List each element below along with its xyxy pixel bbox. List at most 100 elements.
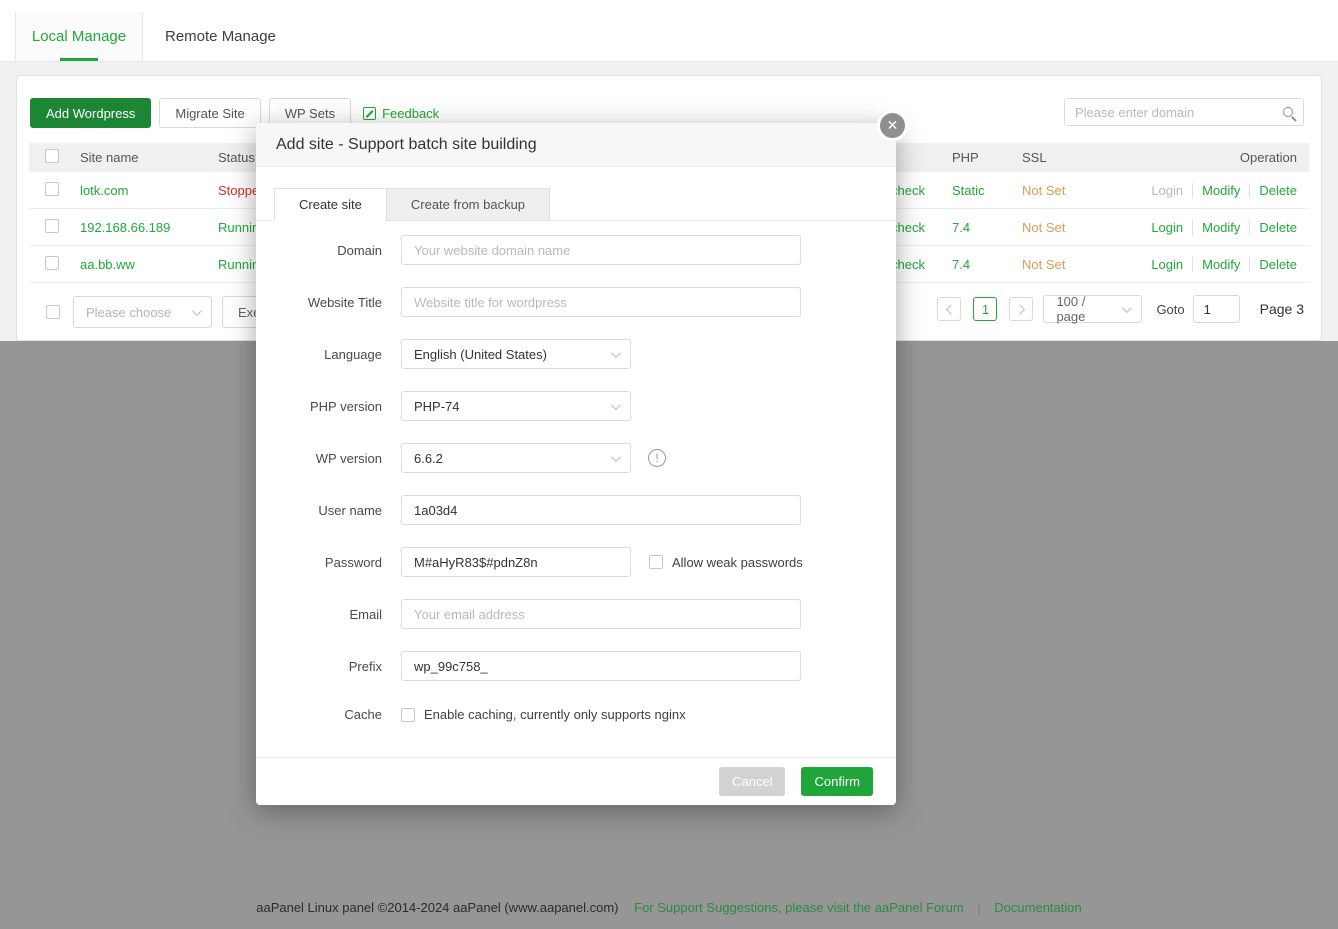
website-title-label: Website Title [256,295,382,310]
login-action[interactable]: Login [1142,220,1192,235]
ssl-status[interactable]: Not Set [1022,183,1132,198]
site-name-link[interactable]: 192.168.66.189 [80,220,170,235]
password-label: Password [256,555,382,570]
user-name-label: User name [256,503,382,518]
header-operation: Operation [1132,150,1309,165]
prev-page-button[interactable] [937,297,961,321]
site-name-link[interactable]: lotk.com [80,183,128,198]
chevron-right-icon [1015,304,1025,314]
modal-close-button[interactable]: ✕ [877,110,908,141]
login-action: Login [1142,183,1192,198]
goto-page-input[interactable] [1193,295,1240,323]
chevron-down-icon [192,306,202,316]
create-site-form: Domain Website Title Language English (U… [256,235,896,722]
wp-version-label: WP version [256,451,382,466]
modal-title: Add site - Support batch site building [256,123,896,167]
enable-caching-option[interactable]: Enable caching, currently only supports … [401,707,686,722]
active-tab-underline [60,58,98,61]
pagination: 1 100 / page Goto Page 3 [937,295,1304,323]
security-check-link[interactable]: check [891,257,925,272]
tab-local-manage-label: Local Manage [32,28,126,45]
header-php: PHP [952,150,1022,165]
warning-icon: ! [648,449,666,467]
select-all-checkbox[interactable] [45,149,59,163]
email-input[interactable] [401,599,801,629]
website-title-input[interactable] [401,287,801,317]
user-name-input[interactable] [401,495,801,525]
cancel-button[interactable]: Cancel [719,767,785,796]
batch-select-placeholder: Please choose [86,305,171,320]
tab-create-site[interactable]: Create site [274,188,387,221]
php-version-value[interactable]: 7.4 [952,220,970,235]
confirm-button[interactable]: Confirm [801,767,873,796]
domain-search-input[interactable] [1075,105,1283,120]
batch-action-select[interactable]: Please choose [73,296,212,328]
delete-action[interactable]: Delete [1249,220,1297,235]
close-icon: ✕ [887,117,899,134]
header-site-name: Site name [80,150,218,165]
modify-action[interactable]: Modify [1192,220,1249,235]
delete-action[interactable]: Delete [1249,257,1297,272]
domain-search-box [1064,98,1304,126]
next-page-button[interactable] [1009,297,1033,321]
tab-local-manage[interactable]: Local Manage [15,12,143,61]
allow-weak-passwords-checkbox[interactable] [649,555,663,569]
batch-select-checkbox[interactable] [46,305,60,319]
domain-label: Domain [256,243,382,258]
migrate-site-button[interactable]: Migrate Site [159,98,260,128]
modal-tabs: Create site Create from backup [274,188,896,221]
security-check-link[interactable]: check [891,220,925,235]
row-checkbox[interactable] [45,182,59,196]
page-footer: aaPanel Linux panel ©2014-2024 aaPanel (… [0,900,1338,915]
wp-version-select[interactable]: 6.6.2 [401,443,631,473]
page-number-button[interactable]: 1 [973,297,997,321]
php-version-value[interactable]: 7.4 [952,257,970,272]
enable-caching-checkbox[interactable] [401,708,415,722]
tab-remote-manage[interactable]: Remote Manage [143,12,298,61]
prefix-input[interactable] [401,651,801,681]
search-icon[interactable] [1283,107,1293,117]
feedback-edit-icon [363,107,376,120]
site-name-link[interactable]: aa.bb.ww [80,257,135,272]
feedback-link[interactable]: Feedback [363,106,439,121]
documentation-link[interactable]: Documentation [994,900,1081,915]
chevron-down-icon [611,348,621,358]
add-wordpress-button[interactable]: Add Wordpress [30,98,151,128]
allow-weak-passwords-label: Allow weak passwords [672,555,803,570]
support-forum-link[interactable]: For Support Suggestions, please visit th… [634,900,964,915]
ssl-status[interactable]: Not Set [1022,220,1132,235]
tab-create-from-backup[interactable]: Create from backup [386,188,550,221]
ssl-status[interactable]: Not Set [1022,257,1132,272]
row-checkbox[interactable] [45,219,59,233]
page-info: Page 3 [1260,301,1304,317]
header-ssl: SSL [1022,150,1132,165]
language-label: Language [256,347,382,362]
php-version-value: PHP-74 [414,399,460,414]
php-version-select[interactable]: PHP-74 [401,391,631,421]
language-value: English (United States) [414,347,547,362]
login-action[interactable]: Login [1142,257,1192,272]
per-page-select[interactable]: 100 / page [1043,295,1142,323]
copyright-text: aaPanel Linux panel ©2014-2024 aaPanel (… [256,900,618,915]
php-version-value[interactable]: Static [952,183,985,198]
add-site-modal: ✕ Add site - Support batch site building… [256,123,896,805]
per-page-value: 100 / page [1056,294,1114,324]
allow-weak-passwords-option[interactable]: Allow weak passwords [649,555,803,570]
row-checkbox[interactable] [45,256,59,270]
modify-action[interactable]: Modify [1192,183,1249,198]
password-input[interactable] [401,547,631,577]
security-check-link[interactable]: check [891,183,925,198]
feedback-label: Feedback [382,106,439,121]
cache-label: Cache [256,707,382,722]
email-label: Email [256,607,382,622]
footer-separator: | [977,900,980,915]
domain-input[interactable] [401,235,801,265]
modify-action[interactable]: Modify [1192,257,1249,272]
tab-remote-manage-label: Remote Manage [165,28,276,45]
delete-action[interactable]: Delete [1249,183,1297,198]
goto-label: Goto [1156,302,1184,317]
wp-version-value: 6.6.2 [414,451,443,466]
language-select[interactable]: English (United States) [401,339,631,369]
top-tab-bar: Local Manage Remote Manage [0,0,1338,62]
enable-caching-label: Enable caching, currently only supports … [424,707,686,722]
